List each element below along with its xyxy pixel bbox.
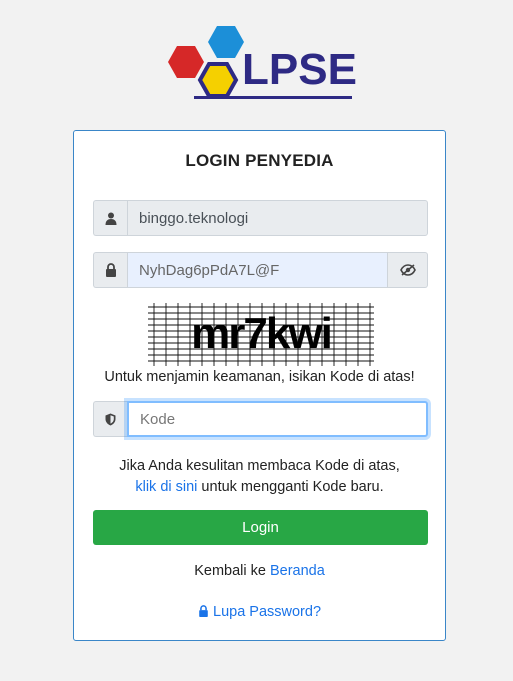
help-line2: untuk mengganti Kode baru.: [197, 479, 384, 495]
password-addon: [93, 252, 127, 288]
username-input[interactable]: [127, 200, 428, 236]
captcha-instruction: Untuk menjamin keamanan, isikan Kode di …: [104, 369, 415, 385]
username-group: [93, 200, 428, 236]
forgot-password[interactable]: Lupa Password?: [74, 604, 445, 620]
lock-icon: [199, 605, 208, 617]
toggle-password-button[interactable]: [388, 252, 428, 288]
username-addon: [93, 200, 127, 236]
password-input[interactable]: [127, 252, 388, 288]
captcha-image: mr7kwi: [148, 303, 374, 366]
lpse-logo: LPSE: [168, 26, 356, 99]
shield-icon: [105, 413, 116, 425]
back-prefix: Kembali ke: [194, 563, 270, 579]
lock-icon: [105, 263, 116, 277]
beranda-link[interactable]: Beranda: [270, 563, 325, 579]
login-title: LOGIN PENYEDIA: [185, 151, 334, 170]
code-input[interactable]: [127, 401, 428, 437]
forgot-password-link[interactable]: Lupa Password?: [213, 604, 321, 620]
back-to-home: Kembali ke Beranda: [74, 563, 445, 579]
code-group: [93, 401, 428, 437]
refresh-captcha-link[interactable]: klik di sini: [135, 479, 197, 495]
eye-slash-icon: [399, 264, 416, 276]
captcha-text: mr7kwi: [191, 309, 331, 358]
login-button[interactable]: Login: [93, 510, 428, 545]
help-line1: Jika Anda kesulitan membaca Kode di atas…: [119, 458, 400, 474]
login-card: LOGIN PENYEDIA binggo.teknologi NyhDag6p…: [73, 130, 446, 641]
password-group: [93, 252, 428, 288]
code-addon: [93, 401, 127, 437]
captcha-help: Jika Anda kesulitan membaca Kode di atas…: [74, 456, 445, 498]
logo-text: LPSE: [242, 45, 356, 94]
user-icon: [105, 212, 116, 225]
